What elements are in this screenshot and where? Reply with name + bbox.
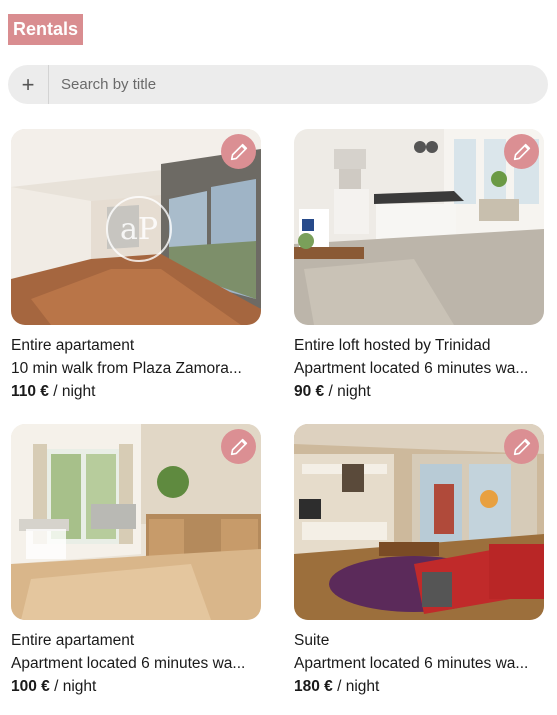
search-input[interactable] [59,75,533,94]
watermark-text: aP [120,212,158,247]
listing-description: Apartment located 6 minutes wa... [294,360,529,377]
app-title: Rentals [8,14,84,45]
edit-button[interactable] [221,134,256,169]
listing-price: 180 € / night [294,675,544,698]
listing-type: Suite [294,632,330,649]
search-bar: + [8,65,548,104]
listing-type: Entire apartament [11,632,135,649]
listing-type: Entire loft hosted by Trinidad [294,337,491,354]
listing-photo[interactable] [294,129,544,325]
pencil-icon [230,438,247,455]
pencil-icon [513,143,530,160]
listing-price: 90 € / night [294,380,544,403]
listing-photo[interactable] [11,424,261,620]
price-value: 110 € [11,383,49,400]
price-value: 90 € [294,383,325,400]
edit-button[interactable] [221,429,256,464]
listing-price: 110 € / night [11,380,261,403]
plus-icon[interactable]: + [8,65,49,104]
edit-button[interactable] [504,134,539,169]
price-suffix: / night [324,383,371,400]
price-value: 180 € [294,678,333,695]
listing-photo[interactable]: aP [11,129,261,325]
price-suffix: / night [332,678,380,695]
edit-button[interactable] [504,429,539,464]
listing-card[interactable]: aP Entire apartament 10 min walk from Pl… [11,129,261,403]
price-suffix: / night [49,678,97,695]
listing-card[interactable]: Suite Apartment located 6 minutes wa... … [294,424,544,698]
listing-description: Apartment located 6 minutes wa... [11,655,246,672]
listing-type: Entire apartament [11,337,135,354]
pencil-icon [230,143,247,160]
price-suffix: / night [48,383,96,400]
listing-description: 10 min walk from Plaza Zamora... [11,360,242,377]
listing-description: Apartment located 6 minutes wa... [294,655,529,672]
listing-price: 100 € / night [11,675,261,698]
pencil-icon [513,438,530,455]
price-value: 100 € [11,678,50,695]
listing-card[interactable]: Entire loft hosted by Trinidad Apartment… [294,129,544,403]
listing-photo[interactable] [294,424,544,620]
listing-card[interactable]: Entire apartament Apartment located 6 mi… [11,424,261,698]
